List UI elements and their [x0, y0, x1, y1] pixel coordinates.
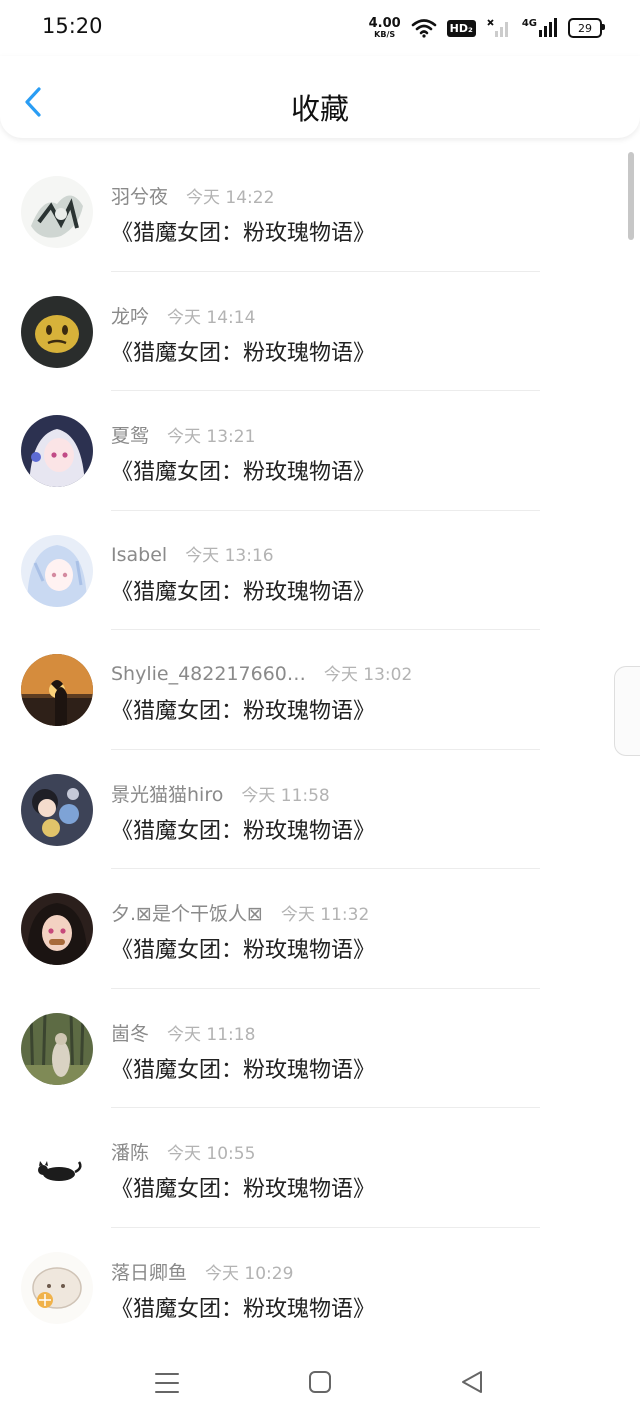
avatar-image [21, 1132, 93, 1204]
name-row: 夕.⊠是个干饭人⊠ 今天 11:32 [111, 899, 369, 926]
timestamp: 今天 13:21 [167, 427, 256, 447]
wifi-icon [411, 19, 436, 38]
signal-bars-icon [539, 18, 557, 37]
signal-no-sim-icon [487, 19, 508, 37]
name-row: 龙吟 今天 14:14 [111, 302, 255, 329]
home-button[interactable] [302, 1368, 338, 1398]
status-time: 15:20 [42, 14, 103, 38]
avatar[interactable] [21, 1251, 93, 1324]
message-text: 《猎魔女团：粉玫瑰物语》 [111, 699, 376, 724]
username[interactable]: 潘陈 [111, 1138, 149, 1165]
username[interactable]: 落日卿鱼 [111, 1258, 187, 1285]
name-row: 崮冬 今天 11:18 [111, 1019, 255, 1046]
username[interactable]: 夕.⊠是个干饭人⊠ [111, 899, 263, 926]
timestamp: 今天 14:14 [167, 307, 256, 328]
avatar-image [21, 1012, 93, 1085]
name-row: 潘陈 今天 10:55 [111, 1138, 255, 1165]
avatar-image [21, 415, 93, 487]
list-item[interactable]: 龙吟 今天 14:14 《猎魔女团：粉玫瑰物语》 [0, 272, 640, 391]
avatar-image [21, 773, 93, 846]
header-bar: 收藏 [0, 56, 640, 138]
avatar-image [21, 654, 93, 726]
list-item[interactable]: 羽兮夜 今天 14:22 《猎魔女团：粉玫瑰物语》 [0, 152, 640, 272]
back-nav-button[interactable] [455, 1368, 491, 1398]
timestamp: 今天 10:29 [205, 1263, 294, 1284]
list-item[interactable]: Shylie_482217660… 今天 13:02 《猎魔女团：粉玫瑰物语》 [0, 630, 640, 750]
cellular-signal: 4G [522, 18, 558, 38]
avatar[interactable] [21, 1012, 93, 1085]
list-item[interactable]: Isabel 今天 13:16 《猎魔女团：粉玫瑰物语》 [0, 511, 640, 630]
avatar-image [21, 893, 93, 965]
list-item[interactable]: 夏鸳 今天 13:21 《猎魔女团：粉玫瑰物语》 [0, 391, 640, 511]
avatar[interactable] [21, 415, 93, 487]
timestamp: 今天 11:58 [241, 785, 330, 806]
name-row: 落日卿鱼 今天 10:29 [111, 1258, 293, 1285]
battery-indicator: 29 [568, 18, 605, 38]
timestamp: 今天 11:18 [167, 1024, 256, 1045]
username[interactable]: 夏鸳 [111, 421, 149, 448]
avatar[interactable] [21, 893, 93, 965]
hd-voice-badge: HD₂ [446, 19, 476, 37]
list-item[interactable]: 崮冬 今天 11:18 《猎魔女团：粉玫瑰物语》 [0, 989, 640, 1108]
username[interactable]: Isabel [111, 544, 167, 566]
message-text: 《猎魔女团：粉玫瑰物语》 [111, 1177, 376, 1202]
menu-button[interactable] [149, 1368, 185, 1398]
net-speed-unit: KB/S [374, 30, 396, 39]
timestamp: 今天 10:55 [167, 1144, 256, 1164]
menu-icon [155, 1373, 179, 1393]
name-row: 羽兮夜 今天 14:22 [111, 182, 274, 209]
avatar[interactable] [21, 773, 93, 846]
message-text: 《猎魔女团：粉玫瑰物语》 [111, 340, 376, 366]
avatar-image [21, 1251, 93, 1324]
username[interactable]: Shylie_482217660… [111, 663, 306, 685]
message-text: 《猎魔女团：粉玫瑰物语》 [111, 1296, 376, 1322]
message-text: 《猎魔女团：粉玫瑰物语》 [111, 579, 376, 605]
name-row: 景光猫猫hiro 今天 11:58 [111, 780, 330, 807]
name-row: 夏鸳 今天 13:21 [111, 421, 255, 448]
message-text: 《猎魔女团：粉玫瑰物语》 [111, 938, 376, 963]
username[interactable]: 龙吟 [111, 302, 149, 329]
avatar[interactable] [21, 534, 93, 607]
home-square-icon [309, 1371, 331, 1393]
page-title: 收藏 [290, 92, 349, 126]
network-type: 4G [521, 18, 537, 29]
avatar-image [21, 176, 93, 248]
username[interactable]: 景光猫猫hiro [111, 780, 223, 807]
list-item[interactable]: 潘陈 今天 10:55 《猎魔女团：粉玫瑰物语》 [0, 1108, 640, 1228]
net-speed-indicator: 4.00 KB/S [369, 17, 401, 39]
avatar[interactable] [21, 1132, 93, 1204]
timestamp: 今天 14:22 [186, 188, 275, 208]
back-triangle-icon [462, 1371, 482, 1393]
list-item[interactable]: 落日卿鱼 今天 10:29 《猎魔女团：粉玫瑰物语》 [0, 1228, 640, 1348]
message-text: 《猎魔女团：粉玫瑰物语》 [111, 460, 376, 485]
name-row: Isabel 今天 13:16 [111, 541, 274, 566]
username[interactable]: 崮冬 [111, 1019, 149, 1046]
message-text: 《猎魔女团：粉玫瑰物语》 [111, 1057, 376, 1083]
message-text: 《猎魔女团：粉玫瑰物语》 [111, 818, 376, 844]
message-text: 《猎魔女团：粉玫瑰物语》 [111, 221, 376, 246]
favorites-list: 羽兮夜 今天 14:22 《猎魔女团：粉玫瑰物语》 龙吟 今天 14:14 《猎… [0, 152, 640, 1347]
net-speed-value: 4.00 [368, 16, 401, 31]
scrollbar[interactable] [628, 152, 634, 240]
avatar[interactable] [21, 654, 93, 726]
timestamp: 今天 13:16 [185, 545, 274, 566]
list-item[interactable]: 景光猫猫hiro 今天 11:58 《猎魔女团：粉玫瑰物语》 [0, 750, 640, 869]
list-item[interactable]: 夕.⊠是个干饭人⊠ 今天 11:32 《猎魔女团：粉玫瑰物语》 [0, 869, 640, 989]
username[interactable]: 羽兮夜 [111, 182, 168, 209]
side-edge-tab[interactable] [614, 666, 640, 756]
status-bar: 15:20 4.00 KB/S HD₂ 4G 29 [0, 0, 640, 56]
name-row: Shylie_482217660… 今天 13:02 [111, 660, 412, 685]
avatar-image [21, 534, 93, 607]
timestamp: 今天 11:32 [280, 905, 370, 925]
timestamp: 今天 13:02 [323, 665, 413, 685]
avatar[interactable] [21, 295, 93, 368]
status-icons: 4.00 KB/S HD₂ 4G 29 [369, 14, 605, 42]
avatar[interactable] [21, 176, 93, 248]
system-nav-bar [0, 1342, 640, 1422]
avatar-image [21, 295, 93, 368]
